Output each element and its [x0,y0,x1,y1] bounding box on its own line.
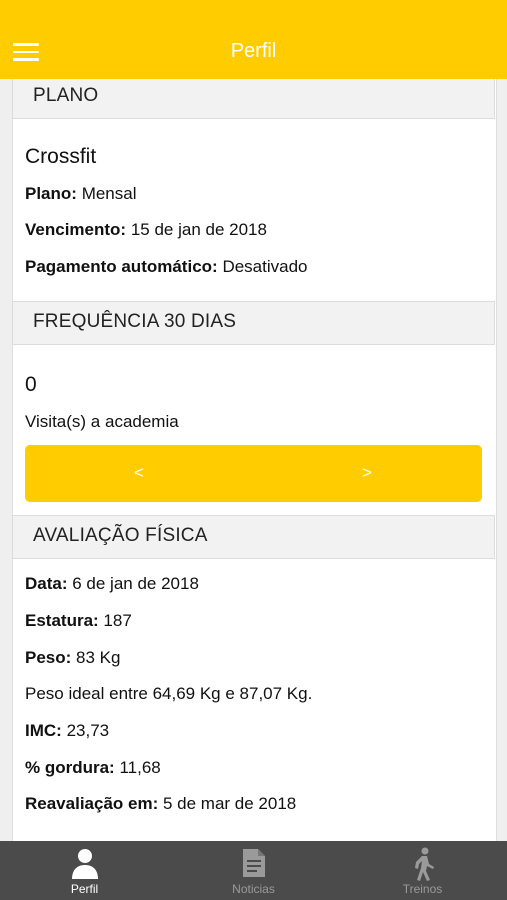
vencimento-label: Vencimento: [25,220,127,239]
plan-name: Crossfit [25,145,97,168]
next-period-button[interactable]: > [362,463,372,483]
pagamento-label: Pagamento automático: [25,257,218,276]
tab-treinos-label: Treinos [402,882,443,896]
frequencia-section-title: FREQUÊNCIA 30 DIAS [33,311,237,332]
gordura-row: % gordura: 11,68 [25,758,161,778]
pagamento-row: Pagamento automático: Desativado [25,257,308,277]
reavaliacao-label: Reavaliação em: [25,794,159,813]
plano-value: Mensal [81,184,137,203]
top-bar: Perfil [0,0,507,79]
peso-row: Peso: 83 Kg [25,648,120,668]
profile-content[interactable]: PLANO Crossfit Plano: Mensal Vencimento:… [0,79,507,841]
plano-section-title: PLANO [33,85,99,106]
gordura-label: % gordura: [25,758,115,777]
avaliacao-section-header: AVALIAÇÃO FÍSICA [12,515,495,559]
pagamento-value: Desativado [222,257,308,276]
tab-noticias[interactable]: Noticias [169,841,338,900]
estatura-row: Estatura: 187 [25,611,132,631]
peso-label: Peso: [25,648,72,667]
estatura-value: 187 [103,611,132,630]
peso-ideal-text: Peso ideal entre 64,69 Kg e 87,07 Kg. [25,684,313,703]
frequencia-count: 0 [25,373,37,396]
data-value: 6 de jan de 2018 [72,574,199,593]
previous-period-button[interactable]: < [134,463,144,483]
period-navigation-bar: < > [25,445,482,502]
peso-value: 83 Kg [76,648,121,667]
tab-noticias-label: Noticias [232,882,275,896]
frequencia-description: Visita(s) a academia [25,412,179,431]
frequencia-section-header: FREQUÊNCIA 30 DIAS [12,301,495,345]
imc-value: 23,73 [66,721,110,740]
imc-row: IMC: 23,73 [25,721,109,741]
tab-perfil-label: Perfil [70,882,99,896]
avaliacao-card [12,515,497,841]
plano-row: Plano: Mensal [25,184,137,204]
plano-label: Plano: [25,184,77,203]
gordura-value: 11,68 [119,758,161,777]
reavaliacao-row: Reavaliação em: 5 de mar de 2018 [25,794,296,814]
walking-icon [414,847,434,881]
reavaliacao-value: 5 de mar de 2018 [162,794,297,813]
data-row: Data: 6 de jan de 2018 [25,574,199,594]
bottom-tab-bar: Perfil Noticias Treinos [0,841,507,900]
document-icon [242,849,265,877]
avaliacao-section-title: AVALIAÇÃO FÍSICA [33,525,208,546]
plano-section-header: PLANO [12,79,495,119]
vencimento-row: Vencimento: 15 de jan de 2018 [25,220,267,240]
estatura-label: Estatura: [25,611,99,630]
tab-perfil[interactable]: Perfil [0,841,169,900]
tab-treinos[interactable]: Treinos [338,841,507,900]
page-title: Perfil [230,40,277,62]
vencimento-value: 15 de jan de 2018 [130,220,267,239]
imc-label: IMC: [25,721,62,740]
person-icon [71,849,98,879]
data-label: Data: [25,574,68,593]
